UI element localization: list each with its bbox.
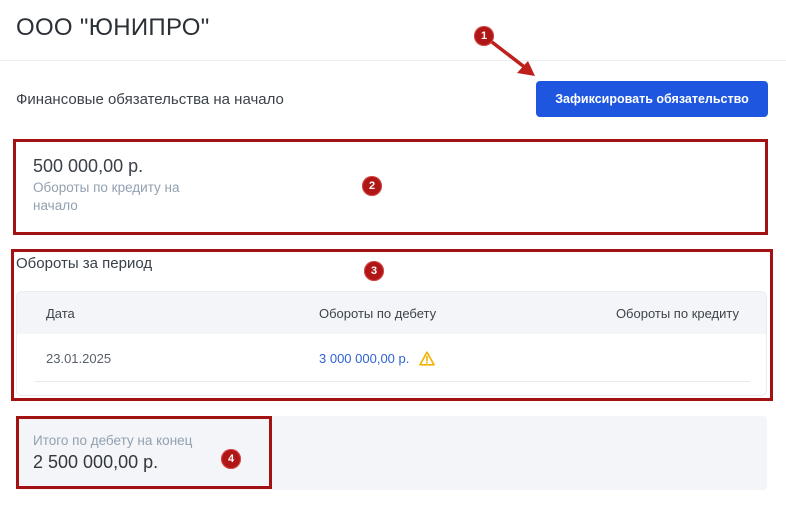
annotation-badge-2: 2 — [362, 176, 382, 196]
closing-total-card: Итого по дебету на конец 2 500 000,00 р. — [16, 416, 767, 490]
row-debit-cell: 3 000 000,00 р. — [319, 351, 436, 366]
table-header: Дата Обороты по дебету Обороты по кредит… — [17, 292, 766, 334]
fix-obligation-button[interactable]: Зафиксировать обязательство — [536, 81, 768, 117]
period-table: Дата Обороты по дебету Обороты по кредит… — [16, 291, 767, 396]
column-header-credit[interactable]: Обороты по кредиту — [616, 306, 739, 321]
column-header-debit[interactable]: Обороты по дебету — [319, 306, 436, 321]
row-debit-link[interactable]: 3 000 000,00 р. — [319, 351, 409, 366]
closing-total-amount: 2 500 000,00 р. — [33, 452, 159, 472]
opening-balance-label: Обороты по кредиту на начало — [33, 180, 180, 213]
period-title: Обороты за период — [16, 255, 153, 272]
page: ООО "ЮНИПРО" Финансовые обязательства на… — [0, 0, 786, 528]
column-header-date[interactable]: Дата — [46, 306, 75, 321]
annotation-badge-1: 1 — [474, 26, 494, 46]
opening-balance-card: 500 000,00 р. Обороты по кредиту на нача… — [16, 143, 764, 231]
opening-balance-amount: 500 000,00 р. — [33, 156, 144, 176]
annotation-badge-3: 3 — [364, 261, 384, 281]
closing-total-label: Итого по дебету на конец — [33, 433, 193, 448]
row-divider — [35, 381, 750, 382]
company-title: ООО "ЮНИПРО" — [16, 14, 210, 41]
row-date: 23.01.2025 — [46, 351, 112, 366]
warning-triangle-icon[interactable] — [419, 351, 436, 366]
header-divider — [0, 60, 786, 61]
annotation-badge-4: 4 — [221, 449, 241, 469]
section-heading: Финансовые обязательства на начало — [16, 91, 284, 108]
